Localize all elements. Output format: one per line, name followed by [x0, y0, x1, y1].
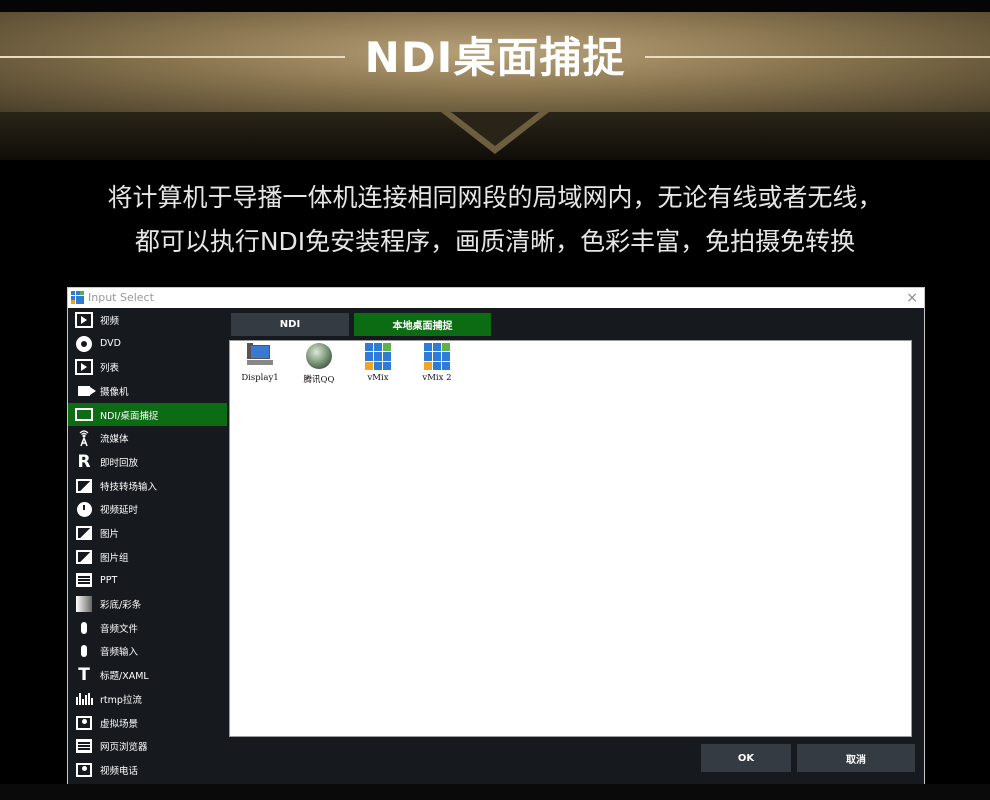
dvd-icon	[74, 335, 94, 353]
stinger-icon	[74, 477, 94, 495]
sidebar-item-camera[interactable]: 摄像机	[68, 379, 227, 403]
sidebar-item-label: 即时回放	[100, 457, 139, 469]
video-call-icon	[74, 761, 94, 779]
source-item-vmix[interactable]: vMix	[348, 343, 408, 383]
monitor-icon	[74, 406, 94, 424]
sidebar-item-stinger[interactable]: 特技转场输入	[68, 474, 227, 498]
source-label: vMix	[367, 373, 389, 383]
banner-title: NDI桌面捕捉	[364, 33, 626, 82]
video-icon	[74, 311, 94, 329]
audio-input-icon	[74, 642, 94, 660]
sidebar-item-image[interactable]: 图片	[68, 521, 227, 545]
image-group-icon	[74, 548, 94, 566]
cancel-button[interactable]: 取消	[797, 744, 915, 772]
input-main-panel: NDI 本地桌面捕捉 Display1 腾讯QQ vMix vMix 2 OK …	[227, 308, 924, 784]
sidebar-item-label: 标题/XAML	[100, 671, 149, 683]
source-item-display1[interactable]: Display1	[230, 343, 290, 383]
qq-avatar-icon	[305, 343, 333, 371]
sidebar-item-label: 虚拟场景	[100, 718, 139, 730]
rtmp-icon	[74, 690, 94, 708]
title-icon: T	[78, 665, 90, 686]
promo-banner: NDI桌面捕捉	[0, 0, 990, 160]
ppt-icon	[74, 571, 94, 589]
computer-icon	[246, 343, 274, 371]
sidebar-item-label: 音频文件	[100, 623, 139, 635]
playlist-icon	[74, 358, 94, 376]
sidebar-item-browser[interactable]: 网页浏览器	[68, 734, 227, 758]
colour-bars-icon	[74, 595, 94, 613]
source-item-vmix-2[interactable]: vMix 2	[407, 343, 467, 383]
sidebar-item-ppt[interactable]: PPT	[68, 569, 227, 593]
banner-divider-right	[645, 56, 990, 58]
dialog-button-bar: OK 取消	[227, 741, 924, 784]
camera-icon	[74, 382, 94, 400]
sidebar-item-label: 图片组	[100, 552, 129, 564]
source-label: Display1	[241, 373, 279, 383]
source-label: 腾讯QQ	[303, 375, 335, 385]
sidebar-item-label: 视频	[100, 315, 120, 327]
sidebar-item-label: 音频输入	[100, 647, 139, 659]
sidebar-item-video-delay[interactable]: 视频延时	[68, 498, 227, 522]
close-icon[interactable]: ×	[906, 288, 918, 308]
virtual-set-icon	[74, 714, 94, 732]
tab-local-desktop-capture[interactable]: 本地桌面捕捉	[354, 313, 491, 336]
sidebar-item-label: 图片	[100, 529, 120, 541]
image-icon	[74, 524, 94, 542]
sidebar-item-title[interactable]: T 标题/XAML	[68, 663, 227, 687]
sidebar-item-audio-file[interactable]: 音频文件	[68, 616, 227, 640]
sidebar-item-video-call[interactable]: 视频电话	[68, 758, 227, 782]
sidebar-item-rtmp[interactable]: rtmp拉流	[68, 687, 227, 711]
stream-icon	[74, 429, 94, 447]
sidebar-item-label: PPT	[100, 574, 118, 586]
sidebar-item-replay[interactable]: R 即时回放	[68, 450, 227, 474]
banner-divider-left	[0, 56, 345, 58]
description-line-1: 将计算机于导播一体机连接相同网段的局域网内，无论有线或者无线，	[107, 183, 883, 212]
sidebar-item-label: 彩底/彩条	[100, 600, 142, 612]
tab-ndi[interactable]: NDI	[231, 313, 349, 336]
vmix-icon	[423, 343, 451, 371]
sidebar-item-dvd[interactable]: DVD	[68, 332, 227, 356]
window-titlebar: Input Select ×	[68, 288, 924, 308]
vmix-icon	[364, 343, 392, 371]
vmix-app-icon	[71, 291, 84, 304]
sidebar-item-ndi-desktop-capture[interactable]: NDI/桌面捕捉	[68, 402, 227, 427]
sidebar-item-label: 摄像机	[100, 386, 129, 398]
timer-icon	[74, 500, 94, 518]
sidebar-item-label: 视频延时	[100, 505, 139, 517]
sidebar-item-image-group[interactable]: 图片组	[68, 545, 227, 569]
sidebar-item-label: 视频电话	[100, 765, 139, 777]
window-title: Input Select	[88, 291, 154, 304]
sidebar-item-label: DVD	[100, 338, 121, 350]
audio-file-icon	[74, 619, 94, 637]
source-item-qq[interactable]: 腾讯QQ	[289, 343, 349, 385]
banner-notch-inner	[451, 112, 539, 146]
sidebar-item-label: NDI/桌面捕捉	[100, 410, 159, 422]
sidebar-item-label: rtmp拉流	[100, 694, 142, 706]
source-label: vMix 2	[422, 373, 452, 383]
input-type-sidebar: 视频 DVD 列表 摄像机 NDI/桌面捕捉 流媒体 R 即时回放 特技转场输入…	[68, 308, 227, 784]
replay-icon: R	[77, 451, 91, 472]
bottom-strip	[0, 784, 990, 800]
feature-description: 将计算机于导播一体机连接相同网段的局域网内，无论有线或者无线， 都可以执行NDI…	[0, 176, 990, 264]
sidebar-item-label: 列表	[100, 363, 120, 375]
sidebar-item-label: 流媒体	[100, 434, 129, 446]
ok-button[interactable]: OK	[701, 744, 791, 772]
browser-icon	[74, 737, 94, 755]
sidebar-item-label: 网页浏览器	[100, 742, 148, 754]
input-select-window: Input Select × 视频 DVD 列表 摄像机 NDI/桌面捕捉 流媒…	[67, 287, 925, 784]
sidebar-item-colour-bars[interactable]: 彩底/彩条	[68, 592, 227, 616]
sidebar-item-playlist[interactable]: 列表	[68, 355, 227, 379]
sidebar-item-label: 特技转场输入	[100, 481, 158, 493]
sidebar-item-video[interactable]: 视频	[68, 308, 227, 332]
sidebar-item-audio-input[interactable]: 音频输入	[68, 640, 227, 664]
sidebar-item-stream[interactable]: 流媒体	[68, 426, 227, 450]
description-line-2: 都可以执行NDI免安装程序，画质清晰，色彩丰富，免拍摄免转换	[134, 227, 856, 256]
source-list: Display1 腾讯QQ vMix vMix 2	[229, 340, 912, 737]
sidebar-item-virtual-set[interactable]: 虚拟场景	[68, 711, 227, 735]
